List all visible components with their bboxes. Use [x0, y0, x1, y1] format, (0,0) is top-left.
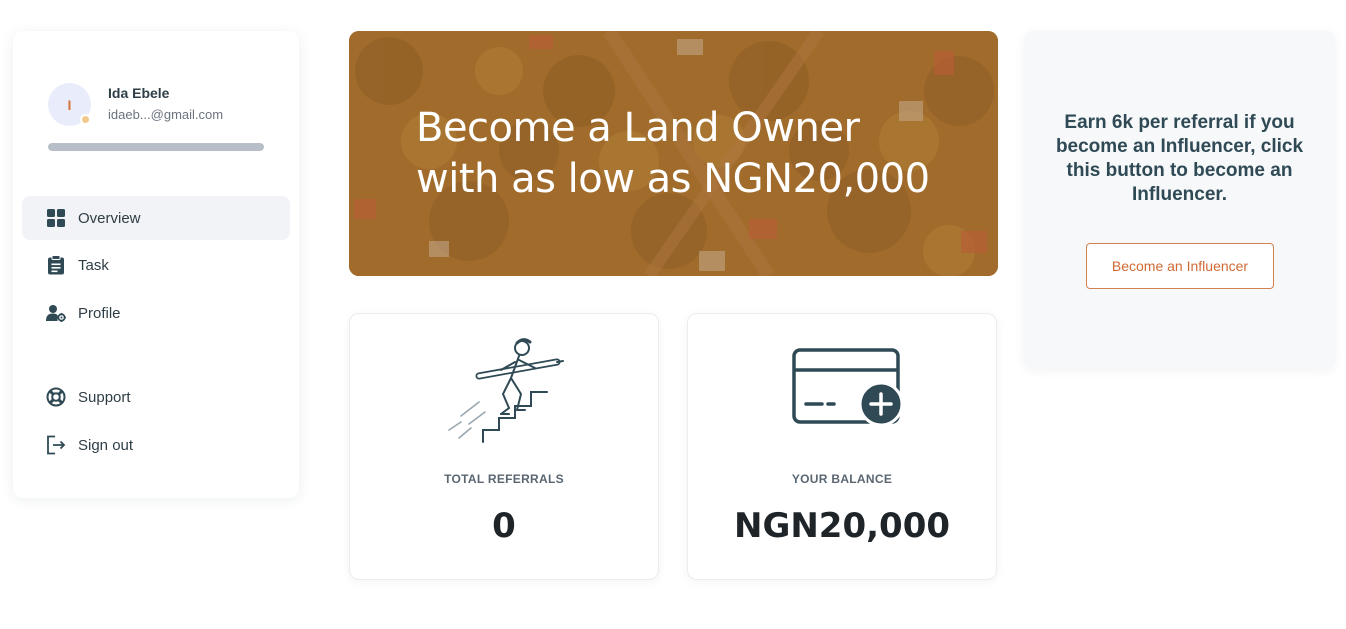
clipboard-icon — [46, 255, 66, 275]
sidebar: I Ida Ebele idaeb...@gmail.com Overview — [13, 31, 299, 498]
user-gear-icon — [46, 303, 66, 323]
banner-headline-line-1: Become a Land Owner — [416, 105, 860, 151]
nav-label-task: Task — [78, 256, 109, 274]
nav-label-profile: Profile — [78, 304, 121, 322]
banner-headline: Become a Land Owner with as low as NGN20… — [416, 103, 976, 205]
become-influencer-button[interactable]: Become an Influencer — [1086, 243, 1274, 289]
profile-progress-fill — [48, 143, 264, 151]
climbing-stairs-illustration — [350, 334, 658, 452]
influencer-description: Earn 6k per referral if you become an In… — [1055, 112, 1304, 205]
hero-banner: Become a Land Owner with as low as NGN20… — [349, 31, 998, 276]
nav-item-sign-out[interactable]: Sign out — [22, 423, 290, 467]
card-add-icon — [688, 334, 996, 452]
user-profile-summary: I Ida Ebele idaeb...@gmail.com — [48, 83, 278, 153]
nav-item-profile[interactable]: Profile — [22, 291, 290, 335]
nav-item-support[interactable]: Support — [22, 375, 290, 419]
user-name: Ida Ebele — [108, 85, 170, 101]
user-email: idaeb...@gmail.com — [108, 107, 224, 122]
grid-icon — [46, 208, 66, 228]
total-referrals-label: TOTAL REFERRALS — [444, 472, 564, 486]
nav-label-sign-out: Sign out — [78, 436, 134, 454]
lifebuoy-icon — [46, 387, 66, 407]
nav-item-overview[interactable]: Overview — [22, 196, 290, 240]
profile-progress-bar — [48, 143, 264, 151]
sign-out-icon — [46, 435, 66, 455]
balance-value: NGN20,000 — [733, 506, 951, 546]
influencer-card: Earn 6k per referral if you become an In… — [1024, 31, 1335, 369]
nav-item-task[interactable]: Task — [22, 243, 290, 287]
nav-label-overview: Overview — [78, 209, 141, 227]
balance-card: YOUR BALANCE NGN20,000 — [687, 313, 997, 580]
nav-label-support: Support — [78, 388, 131, 406]
banner-headline-line-2: with as low as NGN20,000 — [416, 156, 930, 202]
balance-label: YOUR BALANCE — [791, 472, 893, 486]
total-referrals-card: TOTAL REFERRALS 0 — [349, 313, 659, 580]
total-referrals-value: 0 — [492, 506, 516, 546]
status-dot — [80, 114, 91, 125]
